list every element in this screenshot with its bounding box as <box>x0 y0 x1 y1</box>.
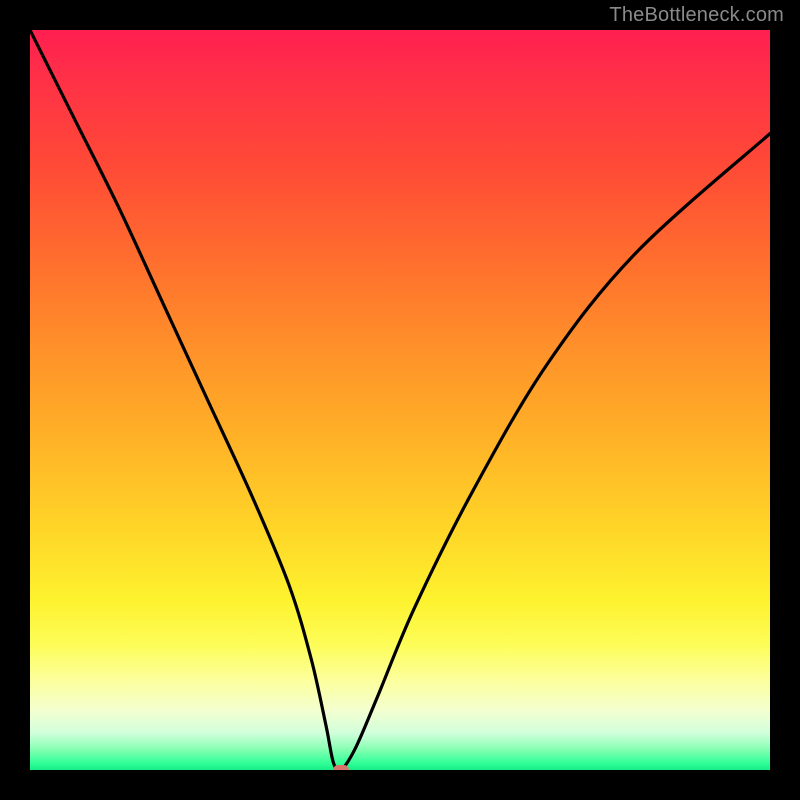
plot-area <box>30 30 770 770</box>
bottleneck-curve <box>30 30 770 770</box>
chart-frame: TheBottleneck.com <box>0 0 800 800</box>
optimal-point-marker <box>333 765 349 770</box>
watermark-text: TheBottleneck.com <box>609 4 784 27</box>
